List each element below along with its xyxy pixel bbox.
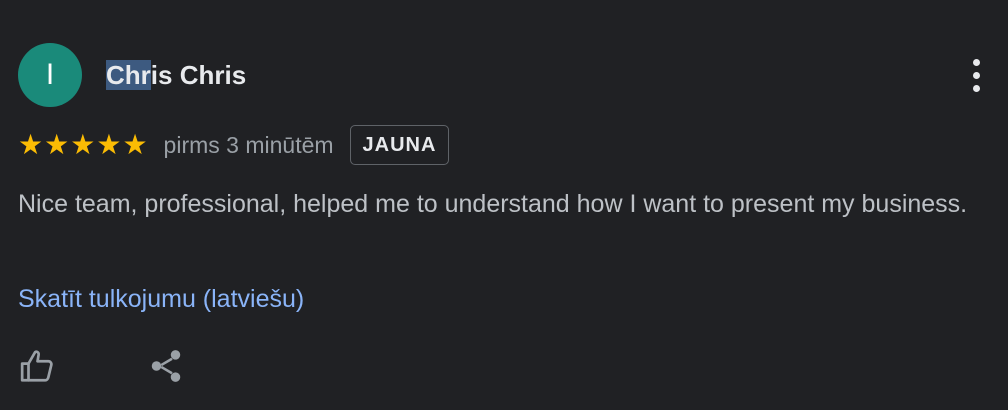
star-rating: ★ ★ ★ ★ ★ [18,131,148,159]
more-vert-icon-dot [972,71,980,79]
star-icon: ★ [44,129,70,160]
thumbs-up-icon [20,350,53,382]
avatar[interactable]: I [18,43,82,107]
star-icon: ★ [122,129,148,160]
author-name-selected-part: Chr [106,60,151,90]
review-card: I Chris Chris ★ ★ ★ ★ ★ pirms 3 minūtēm … [0,0,1008,410]
more-vert-icon-dot [972,58,980,66]
star-icon: ★ [18,129,44,160]
share-button[interactable] [144,344,188,388]
avatar-letter: I [45,58,55,91]
translate-link[interactable]: Skatīt tulkojumu (latviešu) [18,282,304,316]
author-name-rest: is Chris [150,60,247,90]
more-vert-icon-dot [972,84,980,92]
more-options-button[interactable] [958,55,994,95]
star-icon: ★ [96,129,122,160]
review-text: Nice team, professional, helped me to un… [18,190,968,218]
share-icon [151,350,181,382]
review-meta: ★ ★ ★ ★ ★ pirms 3 minūtēm JAUNA [18,123,450,167]
new-badge: JAUNA [349,125,450,165]
star-icon: ★ [70,129,96,160]
author-name[interactable]: Chris Chris [106,58,246,92]
like-button[interactable] [16,344,60,388]
review-date: pirms 3 minūtēm [163,131,334,158]
